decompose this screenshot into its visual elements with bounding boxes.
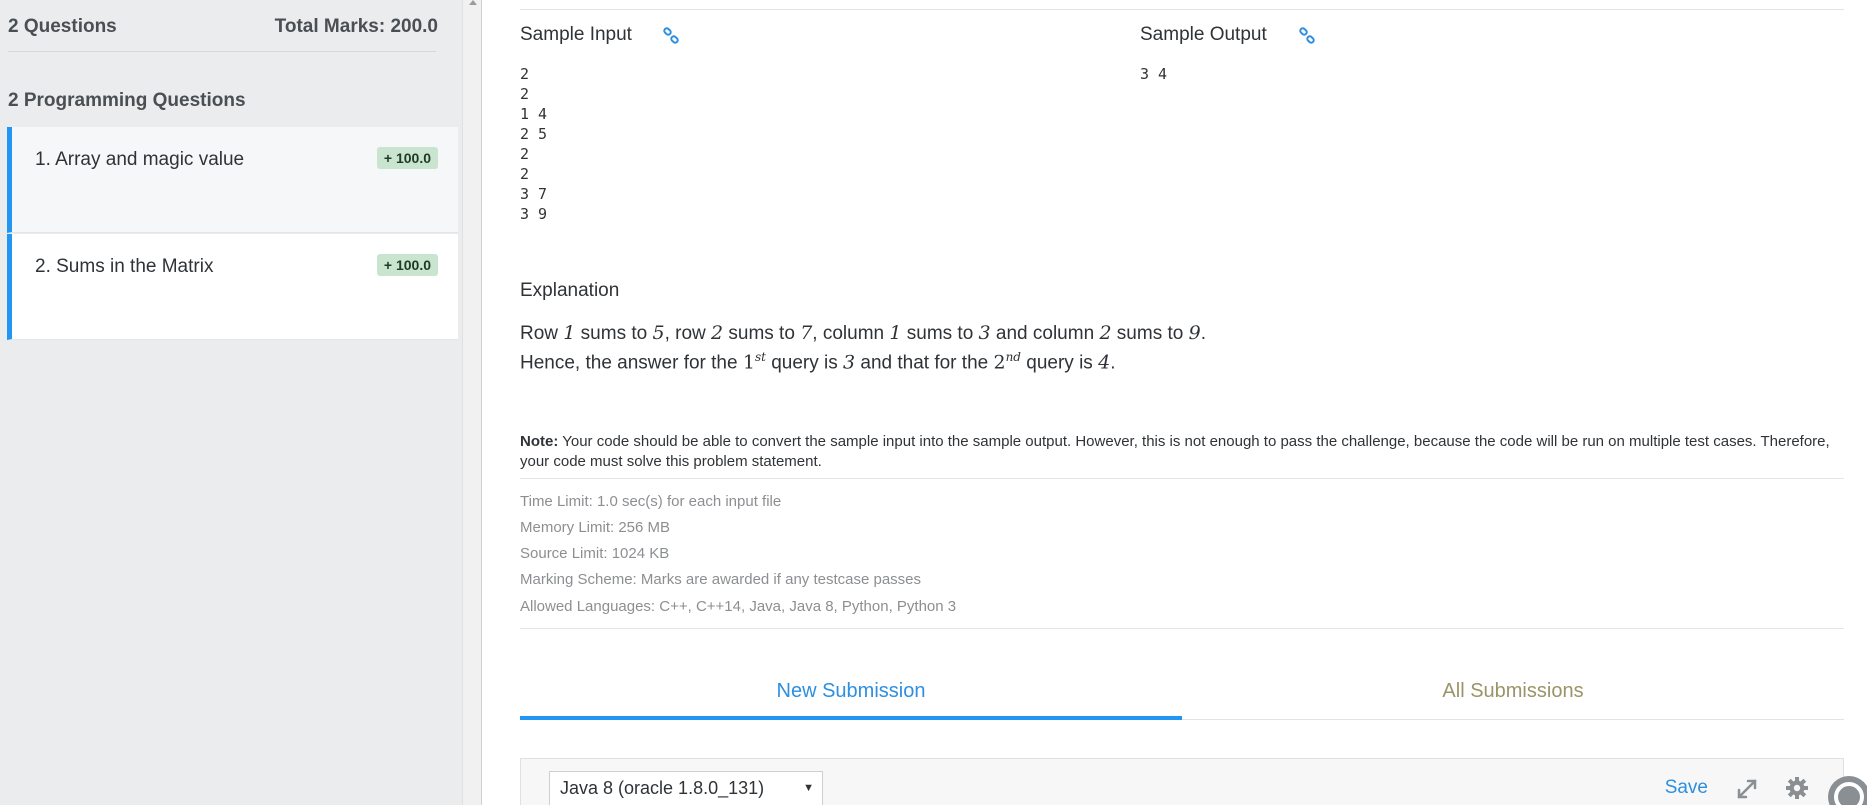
save-button[interactable]: Save xyxy=(1665,777,1708,799)
sample-output-label: Sample Output xyxy=(1140,24,1267,45)
sample-output-code: 3 4 xyxy=(1140,65,1168,83)
divider xyxy=(520,9,1844,10)
gear-icon[interactable] xyxy=(1785,776,1809,800)
question-sidebar: 2 Questions Total Marks: 200.0 2 Program… xyxy=(0,0,462,805)
marks-badge: + 100.0 xyxy=(376,254,438,276)
explanation-line-2: Hence, the answer for the 1st query is 3… xyxy=(520,350,1116,374)
problem-panel: Sample Input Sample Output 2 2 1 4 2 5 2… xyxy=(482,0,1867,805)
question-item-1[interactable]: 1. Array and magic value + 100.0 xyxy=(7,127,458,233)
tab-all-submissions[interactable]: All Submissions xyxy=(1182,680,1844,720)
allowed-languages: Allowed Languages: C++, C++14, Java, Jav… xyxy=(520,598,957,615)
scroll-up-arrow-icon[interactable] xyxy=(469,0,477,5)
note-label: Note: xyxy=(520,433,559,450)
sidebar-scrollbar[interactable] xyxy=(462,0,482,805)
tab-new-submission[interactable]: New Submission xyxy=(520,680,1182,720)
marks-badge: + 100.0 xyxy=(376,147,438,169)
question-title: 2. Sums in the Matrix xyxy=(35,256,214,277)
language-select[interactable]: Java 8 (oracle 1.8.0_131) ▼ xyxy=(549,771,823,805)
divider xyxy=(520,628,1844,629)
link-icon[interactable] xyxy=(1298,27,1316,45)
divider xyxy=(520,478,1844,479)
help-widget-icon[interactable] xyxy=(1827,775,1867,805)
question-title: 1. Array and magic value xyxy=(35,149,245,170)
submission-tabs: New Submission All Submissions xyxy=(520,680,1844,720)
link-icon[interactable] xyxy=(662,27,680,45)
language-value: Java 8 (oracle 1.8.0_131) xyxy=(560,778,765,798)
source-limit: Source Limit: 1024 KB xyxy=(520,545,670,562)
total-marks: Total Marks: 200.0 xyxy=(274,16,438,37)
note-text: Note: Your code should be able to conver… xyxy=(520,433,1830,470)
editor-toolbar: Java 8 (oracle 1.8.0_131) ▼ Save xyxy=(520,758,1867,805)
chevron-down-icon: ▼ xyxy=(803,782,814,794)
memory-limit: Memory Limit: 256 MB xyxy=(520,519,671,536)
question-item-2[interactable]: 2. Sums in the Matrix + 100.0 xyxy=(7,234,458,340)
explanation-title: Explanation xyxy=(520,280,620,301)
question-count: 2 Questions xyxy=(8,16,117,37)
time-limit: Time Limit: 1.0 sec(s) for each input fi… xyxy=(520,493,782,510)
sample-input-code: 2 2 1 4 2 5 2 2 3 7 3 9 xyxy=(520,65,548,223)
marking-scheme: Marking Scheme: Marks are awarded if any… xyxy=(520,571,922,588)
section-title: 2 Programming Questions xyxy=(8,90,246,111)
explanation-line-1: Row 1 sums to 5, row 2 sums to 7, column… xyxy=(520,322,1206,344)
sidebar-header: 2 Questions Total Marks: 200.0 xyxy=(8,16,438,52)
sample-input-label: Sample Input xyxy=(520,24,632,45)
fullscreen-expand-icon[interactable] xyxy=(1735,777,1759,801)
